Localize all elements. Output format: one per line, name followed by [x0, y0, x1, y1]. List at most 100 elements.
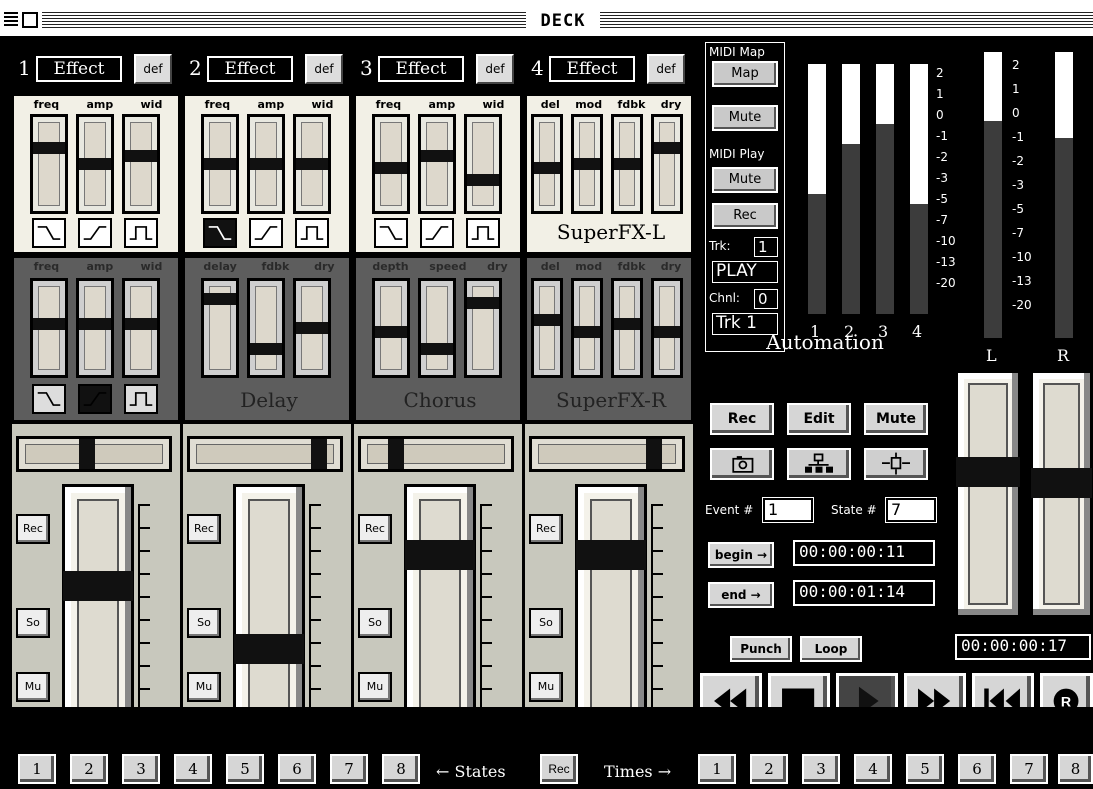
times-rec-button[interactable]: Rec: [540, 754, 578, 784]
param-slider-mod[interactable]: [571, 114, 603, 214]
snapshot-icon[interactable]: [710, 448, 774, 480]
param-slider-amp[interactable]: [76, 114, 114, 214]
low-shelf-icon[interactable]: [374, 218, 408, 248]
param-slider-freq[interactable]: [30, 114, 68, 214]
state-field[interactable]: 7: [885, 497, 937, 523]
def-button[interactable]: def: [476, 54, 514, 84]
rec-button[interactable]: Rec: [187, 514, 221, 544]
param-slider-wid[interactable]: [122, 278, 160, 378]
slider-knob[interactable]: [534, 162, 560, 174]
band-pass-icon[interactable]: [124, 218, 158, 248]
solo-button[interactable]: So: [187, 608, 221, 638]
channel-volume-fader[interactable]: [575, 484, 647, 732]
solo-button[interactable]: So: [358, 608, 392, 638]
state-button-8[interactable]: 8: [382, 754, 420, 784]
automation-edit-button[interactable]: Edit: [787, 403, 851, 435]
mute-button[interactable]: Mu: [16, 672, 50, 702]
low-shelf-icon[interactable]: [32, 384, 66, 414]
param-slider-fdbk[interactable]: [247, 278, 285, 378]
effect-select-button[interactable]: Effect: [207, 56, 293, 82]
time-button-3[interactable]: 3: [802, 754, 840, 784]
effect-select-button[interactable]: Effect: [378, 56, 464, 82]
rec-button[interactable]: Rec: [529, 514, 563, 544]
slider-knob[interactable]: [467, 297, 499, 309]
slider-knob[interactable]: [574, 326, 600, 338]
channel-volume-fader[interactable]: [233, 484, 305, 732]
begin-time-field[interactable]: 00:00:00:11: [793, 540, 935, 566]
param-slider-dry[interactable]: [651, 114, 683, 214]
loop-button[interactable]: Loop: [800, 636, 862, 662]
low-shelf-icon[interactable]: [203, 218, 237, 248]
midi-map-mute-button[interactable]: Mute: [712, 105, 778, 131]
slider-knob[interactable]: [79, 158, 111, 170]
end-button[interactable]: end →: [708, 582, 774, 608]
rec-button[interactable]: Rec: [16, 514, 50, 544]
midi-play-mute-button[interactable]: Mute: [712, 167, 778, 193]
pan-knob[interactable]: [79, 439, 95, 469]
pan-knob[interactable]: [388, 439, 404, 469]
slider-knob[interactable]: [204, 158, 236, 170]
slider-knob[interactable]: [296, 322, 328, 334]
param-slider-delay[interactable]: [201, 278, 239, 378]
channel-volume-fader[interactable]: [404, 484, 476, 732]
param-slider-freq[interactable]: [30, 278, 68, 378]
param-slider-dry[interactable]: [651, 278, 683, 378]
def-button[interactable]: def: [305, 54, 343, 84]
param-slider-amp[interactable]: [418, 114, 456, 214]
slider-knob[interactable]: [375, 326, 407, 338]
slider-knob[interactable]: [125, 318, 157, 330]
time-button-6[interactable]: 6: [958, 754, 996, 784]
slider-knob[interactable]: [375, 162, 407, 174]
param-slider-freq[interactable]: [201, 114, 239, 214]
channel-volume-fader[interactable]: [62, 484, 134, 732]
window-menu-icon[interactable]: [4, 12, 18, 28]
slider-knob[interactable]: [33, 142, 65, 154]
slider-knob[interactable]: [534, 314, 560, 326]
fader-knob[interactable]: [234, 634, 304, 664]
mute-button[interactable]: Mu: [529, 672, 563, 702]
slider-knob[interactable]: [421, 150, 453, 162]
slider-knob[interactable]: [614, 318, 640, 330]
param-slider-dry[interactable]: [464, 278, 502, 378]
slider-knob[interactable]: [654, 142, 680, 154]
automation-rec-button[interactable]: Rec: [710, 403, 774, 435]
param-slider-del[interactable]: [531, 114, 563, 214]
pan-knob[interactable]: [646, 439, 662, 469]
slider-knob[interactable]: [250, 158, 282, 170]
master-fader-right[interactable]: [1030, 370, 1093, 618]
time-button-2[interactable]: 2: [750, 754, 788, 784]
param-slider-amp[interactable]: [76, 278, 114, 378]
close-box-icon[interactable]: [22, 12, 38, 28]
band-pass-icon[interactable]: [295, 218, 329, 248]
solo-button[interactable]: So: [16, 608, 50, 638]
title-bar[interactable]: DECK: [0, 0, 1093, 38]
def-button[interactable]: def: [134, 54, 172, 84]
pan-slider[interactable]: [529, 436, 685, 472]
slider-knob[interactable]: [250, 343, 282, 355]
hierarchy-icon[interactable]: [787, 448, 851, 480]
slider-knob[interactable]: [467, 174, 499, 186]
state-button-2[interactable]: 2: [70, 754, 108, 784]
state-button-5[interactable]: 5: [226, 754, 264, 784]
midi-play-rec-button[interactable]: Rec: [712, 203, 778, 229]
high-shelf-icon[interactable]: [78, 384, 112, 414]
param-slider-fdbk[interactable]: [611, 114, 643, 214]
slider-knob[interactable]: [33, 318, 65, 330]
param-slider-speed[interactable]: [418, 278, 456, 378]
slider-knob[interactable]: [125, 150, 157, 162]
slider-knob[interactable]: [574, 158, 600, 170]
time-button-1[interactable]: 1: [698, 754, 736, 784]
time-button-8[interactable]: 8: [1058, 754, 1093, 784]
time-button-4[interactable]: 4: [854, 754, 892, 784]
master-fader-left[interactable]: [955, 370, 1021, 618]
expand-icon[interactable]: [864, 448, 928, 480]
param-slider-mod[interactable]: [571, 278, 603, 378]
trk-field[interactable]: 1: [754, 237, 778, 257]
chnl-field[interactable]: 0: [754, 289, 778, 309]
master-fader-right-knob[interactable]: [1031, 468, 1092, 498]
event-field[interactable]: 1: [762, 497, 814, 523]
pan-slider[interactable]: [16, 436, 172, 472]
slider-knob[interactable]: [79, 318, 111, 330]
slider-knob[interactable]: [204, 293, 236, 305]
time-button-7[interactable]: 7: [1010, 754, 1048, 784]
